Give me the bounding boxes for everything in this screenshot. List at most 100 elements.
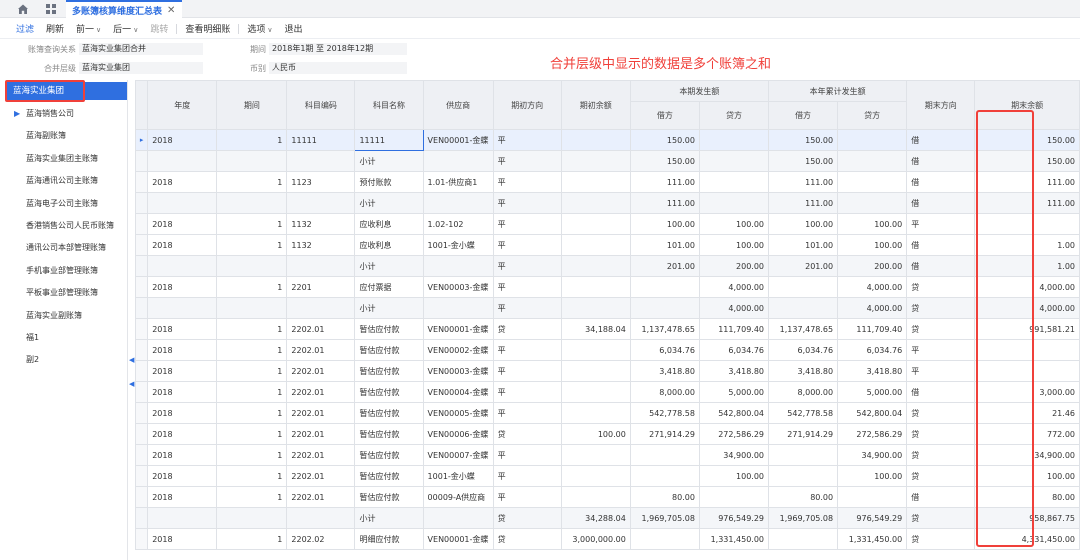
table-cell[interactable]: 1.00: [974, 255, 1080, 277]
table-cell[interactable]: [629, 528, 700, 550]
table-cell[interactable]: 34,288.04: [560, 507, 631, 529]
table-cell[interactable]: 平: [492, 192, 562, 214]
table-row[interactable]: 2018 1 1132 应收利息 1.02-102 平 100.00 100.00 100.00…: [135, 213, 1080, 235]
table-cell[interactable]: 平: [906, 213, 976, 235]
table-cell[interactable]: 1.01-供应商1: [422, 171, 494, 193]
row-indicator[interactable]: [135, 192, 149, 214]
table-cell[interactable]: 5,000.00: [837, 381, 908, 403]
table-row[interactable]: 2018 1 2202.01 暂估应付款 VEN00003-金蝶平 3,418.80 3,4…: [135, 360, 1080, 382]
table-cell[interactable]: 1: [216, 381, 288, 403]
col-header[interactable]: 期末方向: [906, 80, 976, 130]
table-cell[interactable]: 271,914.29: [768, 423, 839, 445]
table-cell[interactable]: 小计: [354, 192, 424, 214]
table-cell[interactable]: 借: [906, 150, 976, 172]
toolbar-button[interactable]: 前一 ∨: [70, 22, 107, 35]
table-cell[interactable]: 100.00: [768, 213, 839, 235]
table-cell[interactable]: [286, 255, 356, 277]
table-cell[interactable]: 2018: [147, 318, 218, 340]
subtotal-row[interactable]: 小计平 111.00 111.00 借 111.00: [135, 192, 1080, 214]
table-cell[interactable]: 80.00: [768, 486, 839, 508]
chevron-down-icon[interactable]: ∨: [267, 26, 272, 34]
table-cell[interactable]: 3,418.80: [837, 360, 908, 382]
table-cell[interactable]: [560, 465, 631, 487]
table-cell[interactable]: 111.00: [974, 192, 1080, 214]
table-cell[interactable]: 贷: [906, 507, 976, 529]
table-cell[interactable]: [560, 255, 631, 277]
table-cell[interactable]: 暂估应付款: [354, 423, 424, 445]
table-cell[interactable]: 贷: [906, 402, 976, 424]
table-cell[interactable]: VEN00001-金蝶: [422, 129, 494, 151]
expand-icon[interactable]: ▶: [14, 104, 20, 124]
table-cell[interactable]: 1: [216, 423, 288, 445]
table-cell[interactable]: 101.00: [768, 234, 839, 256]
table-cell[interactable]: [698, 129, 770, 151]
table-cell[interactable]: 100.00: [837, 213, 908, 235]
table-cell[interactable]: 542,778.58: [768, 402, 839, 424]
table-cell[interactable]: 772.00: [974, 423, 1080, 445]
table-cell[interactable]: [629, 297, 700, 319]
table-cell[interactable]: 150.00: [629, 129, 700, 151]
table-cell[interactable]: 100.00: [629, 213, 700, 235]
table-cell[interactable]: 150.00: [768, 150, 839, 172]
table-cell[interactable]: 3,418.80: [698, 360, 770, 382]
table-cell[interactable]: 6,034.76: [837, 339, 908, 361]
table-cell[interactable]: 借: [906, 129, 976, 151]
table-row[interactable]: 2018 1 2202.01 暂估应付款 VEN00002-金蝶平 6,034.76 6,0…: [135, 339, 1080, 361]
table-cell[interactable]: VEN00005-金蝶: [422, 402, 494, 424]
table-cell[interactable]: 平: [906, 339, 976, 361]
table-cell[interactable]: 5,000.00: [698, 381, 770, 403]
tree-item[interactable]: 蓝海通讯公司主账簿: [0, 171, 127, 191]
table-cell[interactable]: 贷: [906, 444, 976, 466]
table-cell[interactable]: [629, 465, 700, 487]
table-cell[interactable]: 2018: [147, 486, 218, 508]
table-cell[interactable]: [422, 255, 494, 277]
table-cell[interactable]: VEN00002-金蝶: [422, 339, 494, 361]
table-cell[interactable]: [216, 297, 288, 319]
col-header[interactable]: 年度: [147, 80, 218, 130]
table-cell[interactable]: 11111: [354, 129, 424, 151]
table-cell[interactable]: 201.00: [629, 255, 700, 277]
table-cell[interactable]: 2202.01: [286, 402, 356, 424]
row-indicator[interactable]: [135, 255, 149, 277]
table-cell[interactable]: [768, 276, 839, 298]
table-cell[interactable]: 100.00: [698, 213, 770, 235]
table-row[interactable]: 2018 1 2202.01 暂估应付款 VEN00005-金蝶平 542,778.58 5…: [135, 402, 1080, 424]
table-cell[interactable]: 暂估应付款: [354, 381, 424, 403]
table-cell[interactable]: 暂估应付款: [354, 339, 424, 361]
table-cell[interactable]: 111,709.40: [837, 318, 908, 340]
table-cell[interactable]: 1,331,450.00: [698, 528, 770, 550]
table-cell[interactable]: 8,000.00: [629, 381, 700, 403]
row-indicator[interactable]: [135, 339, 149, 361]
table-cell[interactable]: [560, 339, 631, 361]
table-cell[interactable]: 1: [216, 234, 288, 256]
table-cell[interactable]: 2018: [147, 360, 218, 382]
table-cell[interactable]: [286, 507, 356, 529]
table-cell[interactable]: 贷: [492, 318, 562, 340]
table-cell[interactable]: 借: [906, 381, 976, 403]
table-cell[interactable]: [422, 150, 494, 172]
table-cell[interactable]: 1: [216, 360, 288, 382]
table-cell[interactable]: 贷: [906, 528, 976, 550]
table-cell[interactable]: 平: [906, 360, 976, 382]
table-cell[interactable]: 4,331,450.00: [974, 528, 1080, 550]
table-cell[interactable]: 200.00: [837, 255, 908, 277]
chevron-down-icon[interactable]: ∨: [133, 26, 138, 34]
row-indicator[interactable]: [135, 360, 149, 382]
table-cell[interactable]: 借: [906, 171, 976, 193]
col-header[interactable]: 贷方: [837, 101, 908, 130]
table-cell[interactable]: 2018: [147, 528, 218, 550]
table-cell[interactable]: 2202.02: [286, 528, 356, 550]
toolbar-button[interactable]: 退出: [278, 22, 308, 35]
table-cell[interactable]: [560, 402, 631, 424]
table-cell[interactable]: 2201: [286, 276, 356, 298]
table-cell[interactable]: 2018: [147, 465, 218, 487]
table-cell[interactable]: 暂估应付款: [354, 444, 424, 466]
table-cell[interactable]: 2018: [147, 381, 218, 403]
table-cell[interactable]: 4,000.00: [837, 276, 908, 298]
tree-item[interactable]: 手机事业部管理账簿: [0, 261, 127, 281]
table-cell[interactable]: 4,000.00: [974, 276, 1080, 298]
table-cell[interactable]: 150.00: [974, 129, 1080, 151]
table-cell[interactable]: [837, 150, 908, 172]
home-icon[interactable]: [17, 3, 29, 15]
table-cell[interactable]: 100.00: [837, 465, 908, 487]
